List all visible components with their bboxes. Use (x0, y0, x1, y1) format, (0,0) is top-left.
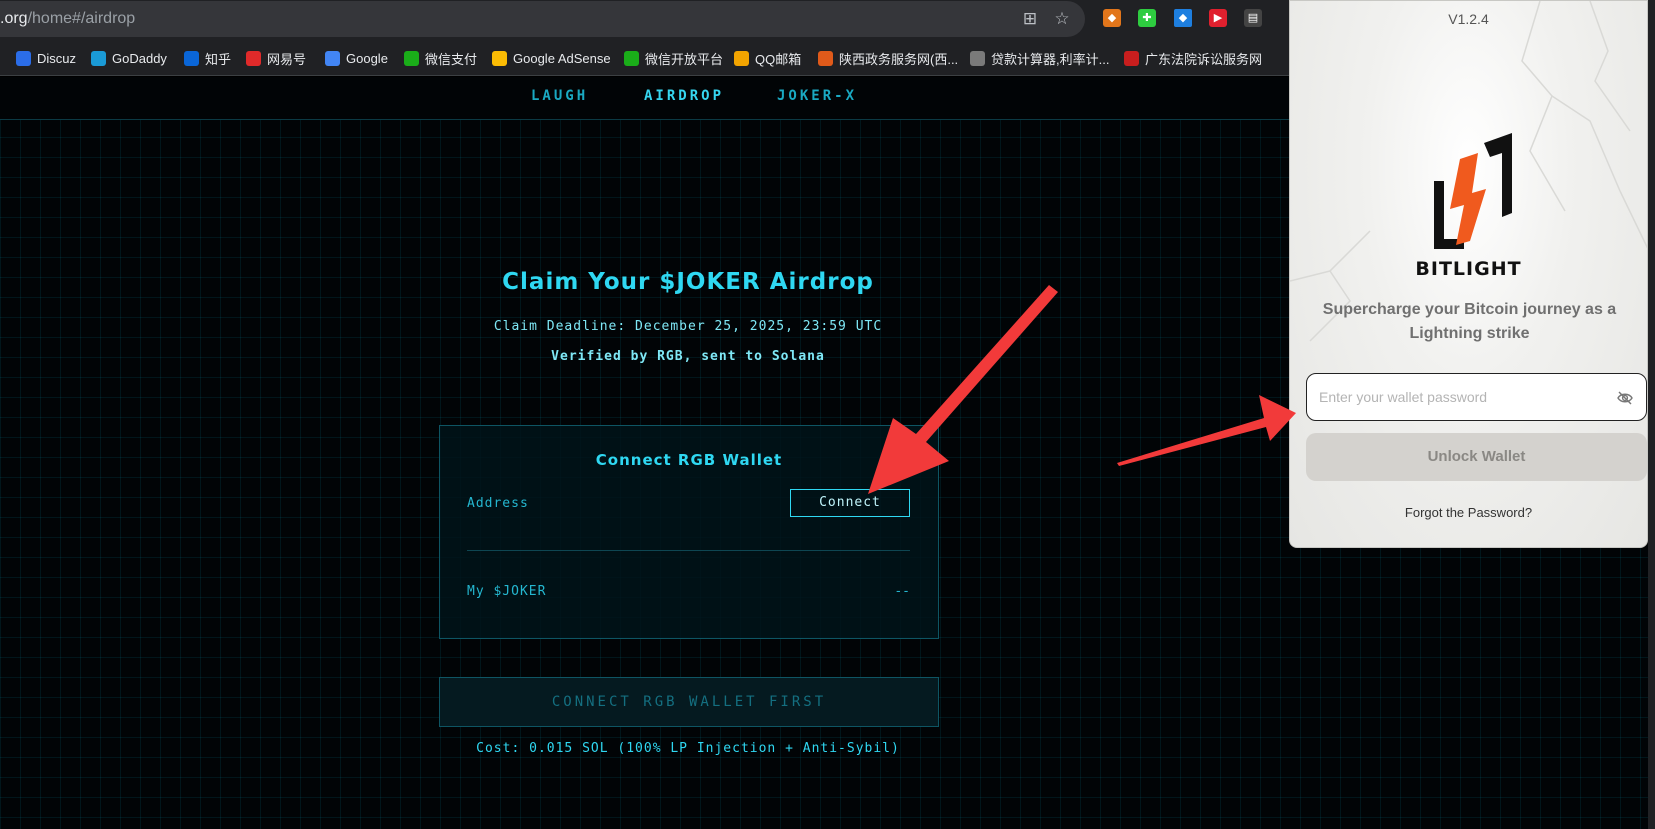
wallet-version: V1.2.4 (1448, 11, 1489, 27)
bookmark-favicon-icon (970, 50, 985, 66)
bookmark-label: 微信支付 (425, 51, 478, 67)
bookmark-favicon-icon (404, 50, 419, 66)
bookmark-label: Google AdSense (513, 50, 611, 66)
bookmark-favicon-icon (1124, 50, 1139, 66)
bookmark-favicon-icon (246, 50, 261, 66)
bookmark-item[interactable]: GoDaddy (91, 49, 167, 67)
window-edge (1648, 0, 1655, 829)
translate-icon[interactable]: ⊞ (1020, 9, 1040, 29)
bookmark-item[interactable]: Google (325, 49, 388, 67)
bookmark-label: GoDaddy (112, 50, 167, 66)
bookmark-item[interactable]: 广东法院诉讼服务网 (1124, 49, 1262, 67)
claim-deadline: Claim Deadline: December 25, 2025, 23:59… (493, 319, 883, 334)
bookmark-favicon-icon (16, 50, 31, 66)
url-text: .org/home#/airdrop (0, 10, 136, 27)
bookmark-favicon-icon (624, 50, 639, 66)
claim-button[interactable]: CONNECT RGB WALLET FIRST (439, 677, 939, 727)
connect-wallet-card: Connect RGB Wallet Address Connect My $J… (439, 425, 939, 639)
wallet-password-input[interactable]: Enter your wallet password (1306, 373, 1647, 421)
nav-laugh[interactable]: LAUGH (531, 88, 588, 104)
bookmark-item[interactable]: Discuz (16, 49, 76, 67)
bookmark-item[interactable]: 知乎 (184, 49, 231, 67)
address-label: Address (467, 496, 529, 511)
forgot-password-link[interactable]: Forgot the Password? (1290, 505, 1647, 520)
nav-joker-x[interactable]: JOKER-X (777, 88, 857, 104)
bookmark-item[interactable]: QQ邮箱 (734, 49, 801, 67)
bookmark-label: Google (346, 50, 388, 66)
bookmark-favicon-icon (492, 50, 507, 66)
bookmark-label: Discuz (37, 50, 77, 66)
wallet-brand: BITLIGHT (1415, 258, 1522, 280)
bitlight-logo-icon (1434, 133, 1512, 249)
metamask-extension-icon[interactable]: ◆ (1103, 9, 1121, 27)
bookmark-label: 微信开放平台 (645, 51, 724, 67)
bookmark-item[interactable]: 网易号 (246, 49, 306, 67)
verified-note: Verified by RGB, sent to Solana (551, 349, 825, 364)
unlock-wallet-button[interactable]: Unlock Wallet (1306, 433, 1647, 481)
nav-airdrop[interactable]: AIRDROP (644, 88, 724, 104)
password-placeholder: Enter your wallet password (1319, 389, 1488, 405)
bookmark-item[interactable]: 微信开放平台 (624, 49, 723, 67)
bookmark-favicon-icon (325, 50, 340, 66)
bookmark-item[interactable]: 贷款计算器,利率计... (970, 49, 1109, 67)
bookmark-item[interactable]: Google AdSense (492, 49, 611, 67)
bookmark-label: 知乎 (205, 51, 232, 67)
bookmark-favicon-icon (818, 50, 833, 66)
address-bar[interactable]: .org/home#/airdrop ⊞ ☆ (0, 1, 1085, 37)
red-extension-icon[interactable]: ▶ (1209, 9, 1227, 27)
bookmark-label: 广东法院诉讼服务网 (1145, 51, 1263, 67)
bookmark-label: 网易号 (267, 51, 307, 67)
joker-balance-value: -- (894, 584, 910, 599)
connect-button[interactable]: Connect (790, 489, 910, 517)
extension-green-icon[interactable]: ✚ (1138, 9, 1156, 27)
card-divider (467, 550, 910, 551)
card-extension-icon[interactable]: ▤ (1244, 9, 1262, 27)
diamond-extension-icon[interactable]: ◆ (1174, 9, 1192, 27)
star-icon[interactable]: ☆ (1052, 9, 1072, 29)
bookmark-favicon-icon (734, 50, 749, 66)
cost-note: Cost: 0.015 SOL (100% LP Injection + Ant… (476, 741, 900, 756)
page-title: Claim Your $JOKER Airdrop (502, 269, 874, 295)
bookmark-item[interactable]: 陕西政务服务网(西... (818, 49, 958, 67)
bookmark-favicon-icon (184, 50, 199, 66)
bookmark-label: QQ邮箱 (755, 51, 802, 67)
bookmark-item[interactable]: 微信支付 (404, 49, 477, 67)
card-title: Connect RGB Wallet (595, 451, 783, 469)
eye-slash-icon[interactable] (1616, 389, 1634, 407)
bookmark-label: 陕西政务服务网(西... (839, 51, 959, 67)
joker-balance-label: My $JOKER (467, 584, 547, 599)
bookmark-favicon-icon (91, 50, 106, 66)
wallet-tagline: Supercharge your Bitcoin journey as a Li… (1322, 301, 1617, 342)
bitlight-wallet-popup: V1.2.4 BITLIGHT Supercharge your Bitcoin… (1289, 0, 1648, 548)
bookmark-label: 贷款计算器,利率计... (991, 51, 1110, 67)
